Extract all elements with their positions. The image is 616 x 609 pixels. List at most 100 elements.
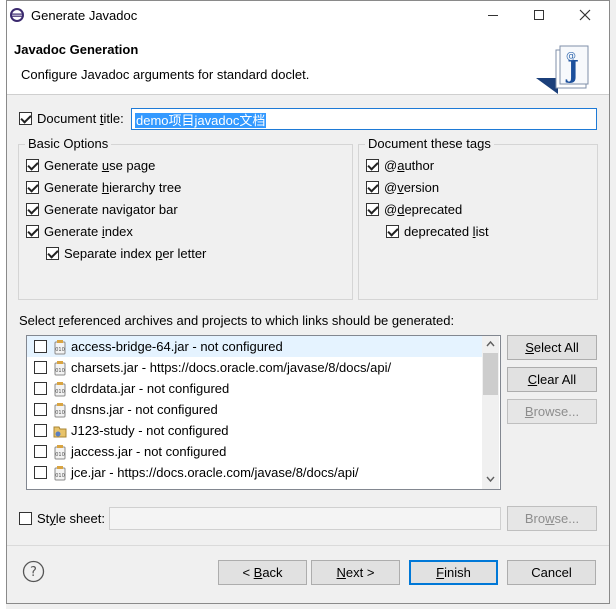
clear-all-button[interactable]: Clear All	[507, 367, 597, 392]
next-label: Next >	[336, 565, 375, 580]
document-title-input[interactable]: demo项目javadoc文档	[131, 108, 597, 130]
document-title-checkbox[interactable]	[19, 112, 32, 125]
list-item-label: J123-study - not configured	[71, 423, 229, 438]
document-tags-title: Document these tags	[365, 136, 494, 151]
list-item-checkbox[interactable]	[34, 445, 47, 458]
list-item-label: charsets.jar - https://docs.oracle.com/j…	[71, 360, 392, 375]
svg-text:010: 010	[55, 389, 65, 395]
document-title-value: demo项目javadoc文档	[135, 113, 267, 128]
javadoc-banner-icon: J @	[536, 45, 589, 94]
generate-index-label: Generate index	[44, 224, 133, 239]
jar-icon: 010	[54, 360, 66, 375]
list-item-label: cldrdata.jar - not configured	[71, 381, 230, 396]
next-button[interactable]: Next >	[311, 560, 400, 585]
minimize-icon	[488, 14, 498, 16]
generate-index-option[interactable]: Generate index	[26, 224, 133, 239]
tag-deprecated-checkbox[interactable]	[366, 203, 379, 216]
list-item-label: dnsns.jar - not configured	[71, 402, 218, 417]
style-sheet-label: Style sheet:	[37, 511, 105, 526]
project-icon	[53, 426, 67, 437]
list-item-checkbox[interactable]	[34, 403, 47, 416]
list-item[interactable]: 010 charsets.jar - https://docs.oracle.c…	[27, 357, 482, 378]
list-item[interactable]: 010 jce.jar - https://docs.oracle.com/ja…	[27, 462, 482, 483]
clear-all-label: Clear All	[527, 372, 577, 387]
select-all-label: Select All	[525, 340, 579, 355]
style-sheet-option[interactable]: Style sheet:	[19, 511, 105, 526]
generate-hierarchy-tree-label: Generate hierarchy tree	[44, 180, 182, 195]
browse-style-sheet-button[interactable]: Browse...	[507, 506, 597, 531]
deprecated-list-checkbox[interactable]	[386, 225, 399, 238]
list-item-checkbox[interactable]	[34, 340, 47, 353]
list-item-label: jce.jar - https://docs.oracle.com/javase…	[71, 465, 359, 480]
generate-hierarchy-tree-option[interactable]: Generate hierarchy tree	[26, 180, 181, 195]
separate-index-option[interactable]: Separate index per letter	[46, 246, 206, 261]
references-list-viewport: 010 access-bridge-64.jar - not configure…	[27, 336, 482, 489]
generate-navigator-bar-label: Generate navigator bar	[44, 202, 178, 217]
list-item[interactable]: J123-study - not configured	[27, 420, 482, 441]
deprecated-list-option[interactable]: deprecated list	[386, 224, 489, 239]
list-item[interactable]: 010 jaccess.jar - not configured	[27, 441, 482, 462]
jar-icon: 010	[54, 402, 66, 417]
svg-text:?: ?	[30, 565, 37, 580]
browse-references-button[interactable]: Browse...	[507, 399, 597, 424]
generate-use-page-option[interactable]: Generate use page	[26, 158, 155, 173]
close-button[interactable]	[563, 1, 607, 29]
separate-index-label: Separate index per letter	[64, 246, 207, 261]
style-sheet-checkbox[interactable]	[19, 512, 32, 525]
list-item-checkbox[interactable]	[34, 424, 47, 437]
select-all-button[interactable]: Select All	[507, 335, 597, 360]
tag-deprecated-label: @deprecated	[384, 202, 463, 217]
maximize-icon	[534, 10, 544, 20]
generate-navigator-bar-option[interactable]: Generate navigator bar	[26, 202, 178, 217]
tag-version-option[interactable]: @version	[366, 180, 439, 195]
close-icon	[579, 9, 591, 21]
generate-use-page-label: Generate use page	[44, 158, 156, 173]
back-button[interactable]: < Back	[218, 560, 307, 585]
list-item[interactable]: 010 access-bridge-64.jar - not configure…	[27, 336, 482, 357]
list-item-label: access-bridge-64.jar - not configured	[71, 339, 283, 354]
list-item-checkbox[interactable]	[34, 382, 47, 395]
page-title: Javadoc Generation	[14, 42, 139, 57]
svg-text:010: 010	[55, 347, 65, 353]
maximize-button[interactable]	[517, 1, 561, 29]
jar-icon: 010	[54, 444, 66, 459]
minimize-button[interactable]	[471, 1, 515, 29]
scroll-thumb[interactable]	[483, 353, 498, 395]
browse-style-sheet-label: Browse...	[524, 511, 580, 526]
tag-author-checkbox[interactable]	[366, 159, 379, 172]
list-item[interactable]: 010 cldrdata.jar - not configured	[27, 378, 482, 399]
list-item[interactable]: 010 dnsns.jar - not configured	[27, 399, 482, 420]
generate-hierarchy-tree-checkbox[interactable]	[26, 181, 39, 194]
list-item-checkbox[interactable]	[34, 466, 47, 479]
list-item-label: jaccess.jar - not configured	[71, 444, 227, 459]
scroll-down-icon[interactable]	[486, 476, 495, 483]
svg-text:010: 010	[55, 410, 65, 416]
generate-navigator-bar-checkbox[interactable]	[26, 203, 39, 216]
separate-index-checkbox[interactable]	[46, 247, 59, 260]
document-title-option[interactable]: Document title:	[19, 111, 124, 126]
svg-text:010: 010	[55, 368, 65, 374]
back-label: < Back	[242, 565, 283, 580]
help-icon[interactable]: ?	[22, 560, 45, 583]
finish-button[interactable]: Finish	[409, 560, 498, 585]
tag-author-label: @author	[384, 158, 435, 173]
style-sheet-input[interactable]	[109, 507, 501, 530]
page-description: Configure Javadoc arguments for standard…	[21, 67, 310, 82]
list-item-checkbox[interactable]	[34, 361, 47, 374]
generate-use-page-checkbox[interactable]	[26, 159, 39, 172]
scroll-up-icon[interactable]	[486, 340, 495, 347]
jar-icon: 010	[54, 339, 66, 354]
tag-deprecated-option[interactable]: @deprecated	[366, 202, 462, 217]
generate-index-checkbox[interactable]	[26, 225, 39, 238]
eclipse-app-icon	[10, 8, 24, 22]
jar-icon: 010	[54, 381, 66, 396]
references-scrollbar[interactable]	[482, 336, 499, 489]
svg-text:010: 010	[55, 473, 65, 479]
tag-version-label: @version	[384, 180, 440, 195]
svg-text:@: @	[566, 51, 576, 62]
browse-references-label: Browse...	[524, 404, 580, 419]
tag-author-option[interactable]: @author	[366, 158, 434, 173]
tag-version-checkbox[interactable]	[366, 181, 379, 194]
cancel-button[interactable]: Cancel	[507, 560, 596, 585]
basic-options-title: Basic Options	[25, 136, 112, 151]
